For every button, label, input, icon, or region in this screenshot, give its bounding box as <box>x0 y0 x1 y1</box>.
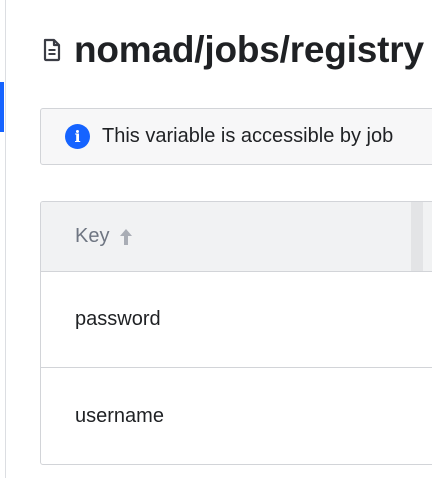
row-key: username <box>75 404 164 427</box>
column-divider <box>411 202 423 271</box>
notice-text: This variable is accessible by job <box>102 125 394 147</box>
table-header: Key <box>41 202 432 272</box>
column-header-label: Key <box>75 225 110 247</box>
arrow-up-icon[interactable] <box>119 228 133 246</box>
column-header-key[interactable]: Key <box>41 225 133 248</box>
page-header: nomad/jobs/registry <box>40 28 424 72</box>
sidebar-rail <box>0 0 6 478</box>
row-key: password <box>75 308 161 330</box>
file-text-icon <box>40 38 64 62</box>
variable-detail-page: nomad/jobs/registry i This variable is a… <box>0 0 432 478</box>
table-row[interactable]: password <box>41 272 432 368</box>
table-row[interactable]: username <box>41 368 432 464</box>
info-notice: i This variable is accessible by job <box>40 108 432 165</box>
variables-table: Key password username <box>40 201 432 465</box>
active-nav-indicator <box>0 82 4 132</box>
page-title: nomad/jobs/registry <box>74 29 424 70</box>
info-icon: i <box>65 124 90 149</box>
